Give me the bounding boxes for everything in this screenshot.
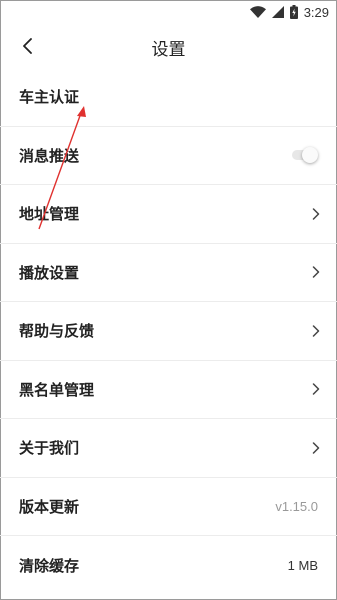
settings-item-label: 版本更新 bbox=[19, 497, 80, 516]
settings-item-label: 播放设置 bbox=[19, 263, 80, 282]
settings-item-help-feedback[interactable]: 帮助与反馈 bbox=[0, 302, 337, 361]
settings-item-clear-cache[interactable]: 清除缓存 1 MB bbox=[0, 536, 337, 595]
wifi-icon bbox=[249, 6, 266, 18]
settings-item-push-notification: 消息推送 bbox=[0, 127, 337, 185]
settings-item-label: 消息推送 bbox=[19, 146, 80, 165]
settings-item-label: 帮助与反馈 bbox=[19, 322, 95, 341]
settings-item-label: 车主认证 bbox=[19, 88, 80, 107]
settings-item-label: 黑名单管理 bbox=[19, 380, 95, 399]
settings-item-about-us[interactable]: 关于我们 bbox=[0, 419, 337, 478]
settings-item-label: 清除缓存 bbox=[19, 556, 80, 575]
settings-list: 车主认证 消息推送 地址管理 播放设置 帮助与反馈 黑名单管理 关于我们 版本更… bbox=[0, 68, 337, 595]
settings-item-label: 关于我们 bbox=[19, 439, 80, 458]
status-bar: 3:29 bbox=[0, 0, 337, 24]
chevron-right-icon bbox=[312, 442, 320, 454]
settings-item-blacklist[interactable]: 黑名单管理 bbox=[0, 361, 337, 419]
push-notification-toggle[interactable] bbox=[290, 147, 320, 164]
cache-size-value: 1 MB bbox=[287, 557, 318, 573]
settings-item-owner-verification[interactable]: 车主认证 bbox=[0, 68, 337, 127]
version-value: v1.15.0 bbox=[275, 498, 318, 514]
status-time: 3:29 bbox=[303, 4, 329, 20]
signal-icon bbox=[271, 6, 284, 18]
settings-item-label: 地址管理 bbox=[19, 205, 80, 224]
battery-charging-icon bbox=[289, 5, 298, 19]
chevron-right-icon bbox=[312, 208, 320, 220]
chevron-right-icon bbox=[312, 266, 320, 278]
toggle-knob bbox=[302, 147, 318, 164]
page-title: 设置 bbox=[151, 40, 186, 60]
chevron-right-icon bbox=[312, 325, 320, 337]
settings-item-version-update[interactable]: 版本更新 v1.15.0 bbox=[0, 478, 337, 536]
settings-item-playback-settings[interactable]: 播放设置 bbox=[0, 244, 337, 302]
header: 设置 bbox=[0, 24, 337, 68]
settings-item-address-management[interactable]: 地址管理 bbox=[0, 185, 337, 244]
status-icons: 3:29 bbox=[249, 4, 329, 20]
chevron-right-icon bbox=[312, 383, 320, 395]
